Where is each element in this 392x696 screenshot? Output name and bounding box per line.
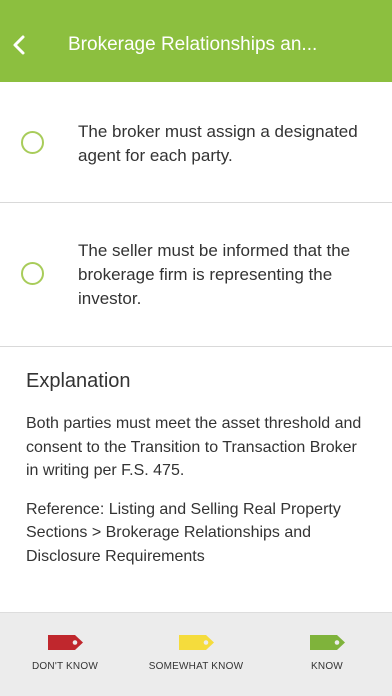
explanation-reference: Reference: Listing and Selling Real Prop…: [26, 500, 341, 565]
chevron-left-icon: [13, 35, 25, 55]
app-header: Brokerage Relationships an...: [0, 0, 392, 82]
radio-button[interactable]: [21, 131, 44, 154]
answer-option-2[interactable]: The seller must be informed that the bro…: [0, 203, 392, 347]
know-label: KNOW: [311, 661, 343, 672]
explanation-body: Both parties must meet the asset thresho…: [26, 415, 362, 479]
red-tag-icon: [48, 635, 83, 650]
explanation-title: Explanation: [26, 370, 131, 392]
answer-option-1[interactable]: The broker must assign a designated agen…: [0, 82, 392, 203]
dont-know-label: DON'T KNOW: [32, 661, 98, 672]
dont-know-button[interactable]: DON'T KNOW: [0, 613, 130, 696]
yellow-tag-icon: [179, 635, 214, 650]
somewhat-know-button[interactable]: SOMEWHAT KNOW: [130, 613, 262, 696]
answer-option-text: The seller must be informed that the bro…: [78, 241, 351, 308]
back-button[interactable]: [4, 28, 34, 62]
answer-option-text: The broker must assign a designated agen…: [78, 122, 358, 165]
somewhat-know-label: SOMEWHAT KNOW: [148, 661, 244, 672]
rating-bar: DON'T KNOW SOMEWHAT KNOW KNOW: [0, 612, 392, 696]
explanation-section: Explanation Both parties must meet the a…: [26, 368, 371, 568]
green-tag-icon: [310, 635, 345, 650]
page-title: Brokerage Relationships an...: [68, 34, 318, 55]
radio-button[interactable]: [21, 262, 44, 285]
know-button[interactable]: KNOW: [262, 613, 392, 696]
